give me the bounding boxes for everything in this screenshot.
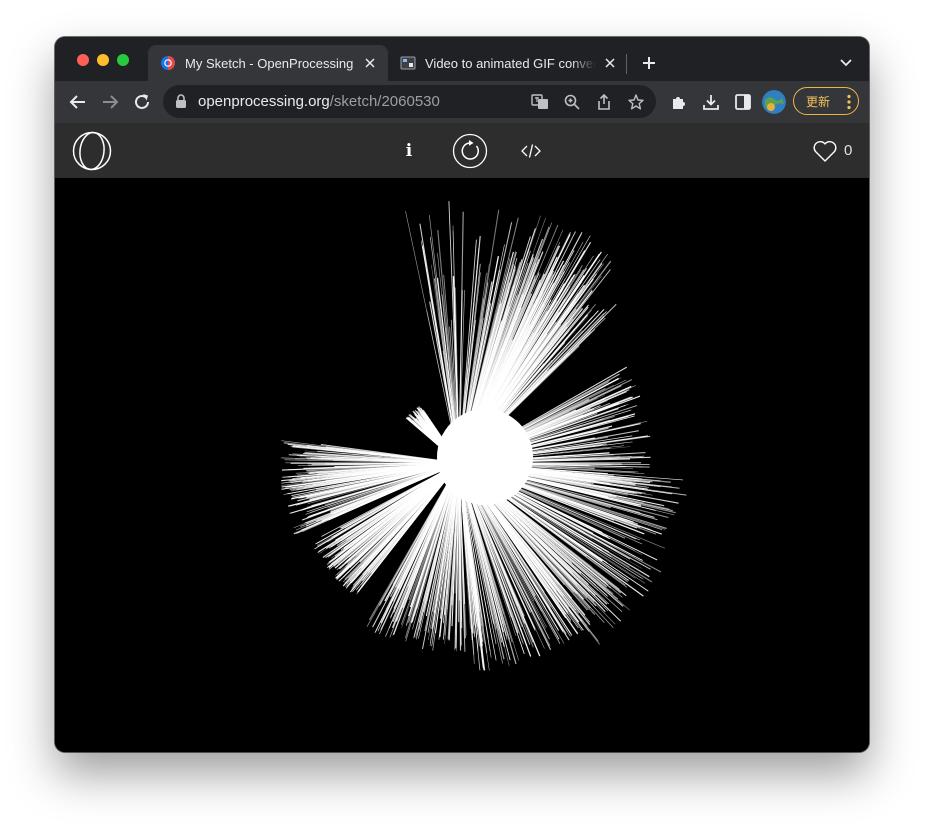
update-label: 更新 <box>806 94 831 109</box>
code-icon[interactable] <box>521 141 541 161</box>
like-count: 0 <box>844 142 853 159</box>
tab-strip: My Sketch - OpenProcessing Video to anim… <box>55 37 869 81</box>
lock-icon[interactable] <box>175 94 189 110</box>
tab-divider <box>626 54 627 74</box>
tab-title: Video to animated GIF converter <box>425 55 596 71</box>
url-domain: openprocessing.org <box>198 93 330 110</box>
openprocessing-favicon <box>160 55 176 71</box>
zoom-icon[interactable] <box>563 93 581 111</box>
more-vertical-icon[interactable] <box>847 94 851 110</box>
tab-my-sketch[interactable]: My Sketch - OpenProcessing <box>148 45 388 81</box>
restart-icon[interactable] <box>452 133 488 169</box>
update-chrome-button[interactable]: 更新 <box>793 87 859 115</box>
line-burst-artwork <box>280 201 687 671</box>
translate-icon[interactable] <box>531 93 549 111</box>
tab-gif-converter[interactable]: Video to animated GIF converter <box>388 45 628 81</box>
info-icon[interactable]: i <box>400 139 418 163</box>
forward-arrow-icon[interactable] <box>98 90 122 114</box>
back-arrow-icon[interactable] <box>66 90 90 114</box>
gif-converter-favicon <box>400 55 416 71</box>
close-icon[interactable] <box>362 55 378 71</box>
burst-core <box>437 409 533 505</box>
browser-window: My Sketch - OpenProcessing Video to anim… <box>55 37 869 752</box>
address-bar[interactable]: openprocessing.org/sketch/2060530 <box>163 85 656 118</box>
window-close-button[interactable] <box>77 54 89 66</box>
side-panel-icon[interactable] <box>731 90 755 114</box>
new-tab-plus-icon[interactable] <box>639 53 659 73</box>
download-icon[interactable] <box>699 90 723 114</box>
bookmark-star-icon[interactable] <box>627 93 645 111</box>
browser-toolbar: openprocessing.org/sketch/2060530 更新 <box>55 81 869 123</box>
extensions-puzzle-icon[interactable] <box>667 90 691 114</box>
heart-icon[interactable] <box>812 138 838 164</box>
openprocessing-logo[interactable] <box>71 131 113 171</box>
tab-title: My Sketch - OpenProcessing <box>185 55 354 71</box>
chevron-down-icon[interactable] <box>837 54 855 72</box>
url-path: /sketch/2060530 <box>329 93 440 110</box>
sketch-header: i 0 <box>55 123 869 178</box>
reload-icon[interactable] <box>130 90 154 114</box>
window-maximize-button[interactable] <box>117 54 129 66</box>
url-text: openprocessing.org/sketch/2060530 <box>198 93 440 110</box>
close-icon[interactable] <box>602 55 618 71</box>
sketch-canvas[interactable] <box>55 178 869 752</box>
window-minimize-button[interactable] <box>97 54 109 66</box>
share-icon[interactable] <box>595 93 613 111</box>
profile-avatar[interactable] <box>762 90 786 114</box>
